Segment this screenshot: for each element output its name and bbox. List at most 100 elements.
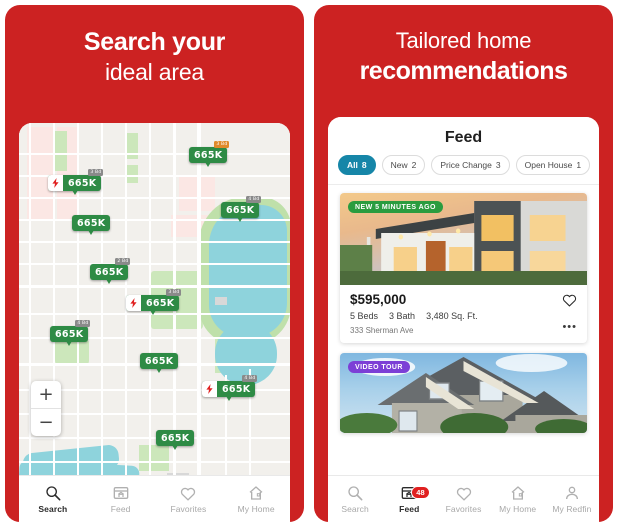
map-park [127, 133, 138, 159]
nav-item-feed[interactable]: 48 Feed [382, 484, 436, 514]
more-icon[interactable]: ••• [562, 322, 577, 333]
map-price-pin[interactable]: 665K 2 Bd [90, 258, 131, 284]
lightning-bolt-icon [202, 381, 217, 397]
map-pin-badge: 3 Bd [166, 289, 182, 296]
listing-price: $595,000 [350, 292, 407, 307]
lightning-bolt-icon [126, 295, 141, 311]
search-icon [45, 484, 61, 501]
map-park [139, 445, 169, 471]
map-price-pin[interactable]: 665K [72, 215, 111, 235]
map-building [215, 297, 227, 305]
chip-label: Open House [524, 160, 573, 170]
map-pin-badge: 4 Bd [242, 375, 258, 382]
listing-photo[interactable]: NEW 5 MINUTES AGO [340, 193, 587, 285]
listing-photo[interactable]: VIDEO TOUR [340, 353, 587, 433]
right-phone-screen: Feed All 8 New 2 Price Change 3 Open House 1 [328, 117, 599, 522]
feed-filter-chips: All 8 New 2 Price Change 3 Open House 1 [328, 155, 599, 184]
nav-badge: 48 [411, 486, 430, 499]
map-pin-price: 665K [161, 432, 190, 444]
right-promo-panel: Tailored home recommendations Feed All 8 N… [314, 5, 613, 522]
map-price-pin[interactable]: 665K [156, 430, 195, 450]
heart-icon [456, 484, 472, 501]
map-road [19, 285, 290, 288]
person-icon [564, 484, 580, 501]
filter-chip-price-change[interactable]: Price Change 3 [431, 155, 510, 175]
map-price-pin[interactable]: 665K 4 Bd [202, 375, 258, 401]
map-road [19, 219, 290, 221]
zoom-in-button[interactable]: + [31, 381, 61, 409]
right-heading-line2: recommendations [359, 56, 568, 85]
nav-item-label: Feed [110, 504, 131, 514]
map-pin-badge: 2 Bd [115, 258, 131, 265]
map-pin-price: 665K [146, 297, 175, 309]
chip-count: 1 [576, 160, 582, 170]
map-pin-price: 665K [226, 204, 255, 216]
filter-chip-open-house[interactable]: Open House 1 [515, 155, 591, 175]
map-road-main [197, 123, 201, 476]
listing-card[interactable]: VIDEO TOUR [340, 353, 587, 433]
zoom-out-button[interactable]: − [31, 409, 61, 436]
nav-item-label: Favorites [445, 504, 482, 514]
nav-item-search[interactable]: Search [19, 484, 87, 514]
map-pin-price: 665K [68, 177, 97, 189]
map-view[interactable]: 665K 3 Bd 665K 3 Bd 665K 4 Bd 665K 665K 2 Bd 665K… [19, 123, 290, 476]
map-price-pin[interactable]: 665K 4 Bd [50, 320, 91, 346]
map-pin-badge: 4 Bd [246, 196, 262, 203]
chip-label: Price Change [440, 160, 492, 170]
nav-item-label: My Redfin [552, 504, 592, 514]
map-park [55, 131, 67, 171]
listing-address: 333 Sherman Ave [350, 326, 414, 335]
nav-item-my-redfin[interactable]: My Redfin [545, 484, 599, 514]
filter-chip-all[interactable]: All 8 [338, 155, 376, 175]
chip-count: 2 [411, 160, 417, 170]
nav-item-search[interactable]: Search [328, 484, 382, 514]
map-price-pin[interactable]: 665K 4 Bd [221, 196, 262, 222]
screenshot-root: Search your ideal area 665K 3 Bd 665K 3 … [0, 0, 618, 525]
nav-item-label: Feed [399, 504, 420, 514]
map-pin-price: 665K [55, 328, 84, 340]
left-heading-line1: Search your [83, 28, 226, 56]
nav-item-label: My Home [237, 504, 275, 514]
nav-item-feed[interactable]: Feed [87, 484, 155, 514]
left-heading-line2: ideal area [104, 58, 205, 85]
map-road [19, 153, 290, 155]
nav-item-my-home[interactable]: My Home [491, 484, 545, 514]
map-price-pin[interactable]: 665K 3 Bd [48, 169, 104, 195]
nav-item-favorites[interactable]: Favorites [436, 484, 490, 514]
home-icon [510, 484, 526, 501]
listing-baths: 3 Bath [389, 311, 416, 321]
heart-icon[interactable] [562, 293, 577, 312]
nav-item-favorites[interactable]: Favorites [155, 484, 223, 514]
feed-view: Feed All 8 New 2 Price Change 3 Open House 1 [328, 117, 599, 478]
map-pin-price: 665K [77, 217, 106, 229]
map-road [19, 263, 290, 265]
heart-icon [180, 484, 196, 501]
home-icon [248, 484, 264, 501]
lightning-bolt-icon [48, 175, 63, 191]
map-pin-badge: 4 Bd [75, 320, 91, 327]
nav-item-label: Favorites [170, 504, 207, 514]
chip-count: 3 [495, 160, 501, 170]
nav-item-label: My Home [499, 504, 537, 514]
divider [328, 184, 599, 185]
listing-tag: VIDEO TOUR [348, 361, 410, 373]
map-pin-price: 665K [194, 149, 223, 161]
listing-card[interactable]: NEW 5 MINUTES AGO $595,000 5 Beds 3 Bath… [340, 193, 587, 343]
filter-chip-new[interactable]: New 2 [381, 155, 426, 175]
nav-item-label: Search [38, 504, 68, 514]
left-heading: Search your ideal area [5, 5, 304, 87]
listing-info: $595,000 5 Beds 3 Bath 3,480 Sq. Ft. 333… [340, 285, 587, 343]
map-price-pin[interactable]: 665K 3 Bd [126, 289, 182, 315]
listing-sqft: 3,480 Sq. Ft. [426, 311, 478, 321]
right-heading: Tailored home recommendations [314, 5, 613, 87]
listing-tag: NEW 5 MINUTES AGO [348, 201, 443, 213]
nav-item-my-home[interactable]: My Home [222, 484, 290, 514]
search-icon [347, 484, 363, 501]
map-price-pin[interactable]: 665K [140, 353, 179, 373]
chip-label: All [347, 160, 358, 170]
map-price-pin[interactable]: 665K 3 Bd [189, 141, 230, 167]
map-pin-badge: 3 Bd [88, 169, 104, 176]
map-zoom-controls[interactable]: + − [31, 381, 61, 436]
bottom-nav-left: Search Feed Favorites My Home [19, 475, 290, 522]
listing-specs: 5 Beds 3 Bath 3,480 Sq. Ft. [350, 311, 577, 321]
